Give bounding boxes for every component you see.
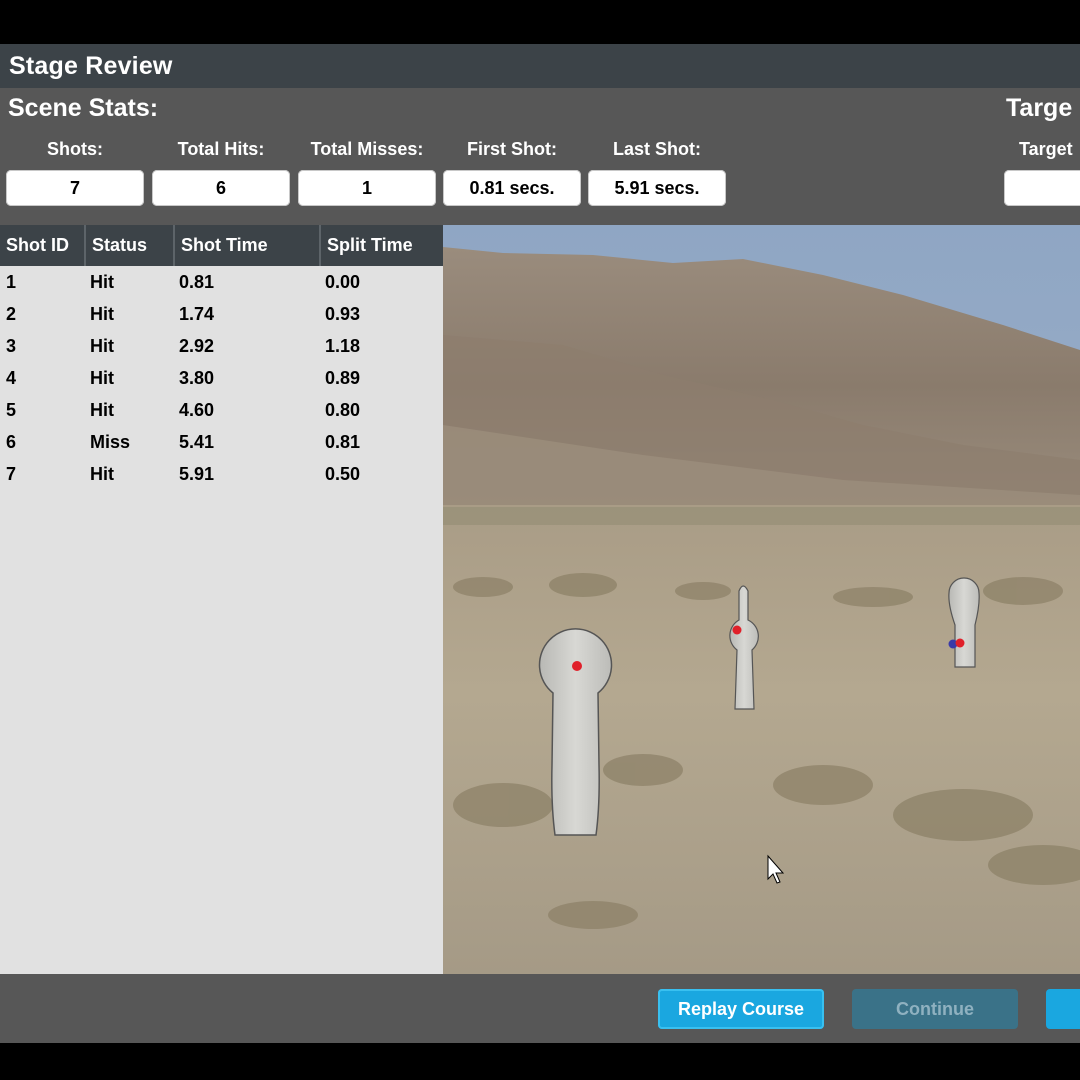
- window-title: Stage Review: [9, 52, 173, 80]
- hit-marker: [732, 625, 742, 635]
- last-shot-label: Last Shot:: [613, 139, 701, 159]
- shot-time-cell: 5.41: [179, 431, 215, 452]
- status-cell: Hit: [90, 367, 114, 388]
- status-cell: Miss: [90, 431, 131, 452]
- status-cell: Hit: [90, 271, 114, 292]
- table-row[interactable]: 6 Miss 5.41 0.81: [0, 426, 443, 458]
- shots-value: 7: [6, 170, 144, 206]
- table-row[interactable]: 3 Hit 2.92 1.18: [0, 330, 443, 362]
- split-time-cell: 0.50: [325, 463, 361, 484]
- stage-review-window: Stage Review Scene Stats: Targe Shots: T…: [0, 44, 1080, 1043]
- column-header-shot-time[interactable]: Shot Time: [175, 225, 321, 266]
- total-misses-value: 1: [298, 170, 436, 206]
- continue-button[interactable]: Continue: [852, 989, 1018, 1029]
- shot-time-cell: 4.60: [179, 399, 215, 420]
- table-row[interactable]: 1 Hit 0.81 0.00: [0, 266, 443, 298]
- table-row[interactable]: 5 Hit 4.60 0.80: [0, 394, 443, 426]
- column-header-shot-id[interactable]: Shot ID: [0, 225, 86, 266]
- first-shot-value: 0.81 secs.: [443, 170, 581, 206]
- table-row[interactable]: 7 Hit 5.91 0.50: [0, 458, 443, 490]
- action-bar: Replay Course Continue: [0, 974, 1080, 1043]
- shot-id-cell: 6: [6, 431, 17, 452]
- split-time-cell: 0.00: [325, 271, 361, 292]
- shot-time-cell: 0.81: [179, 271, 215, 292]
- hit-marker: [572, 661, 582, 671]
- target-label: Target: [1019, 139, 1073, 159]
- total-hits-value: 6: [152, 170, 290, 206]
- status-cell: Hit: [90, 303, 114, 324]
- status-cell: Hit: [90, 399, 114, 420]
- shot-time-cell: 2.92: [179, 335, 215, 356]
- shot-id-cell: 2: [6, 303, 17, 324]
- title-bar: Stage Review: [0, 44, 1080, 88]
- shot-id-cell: 4: [6, 367, 17, 388]
- range-scene-image: [443, 225, 1080, 974]
- range-scene-view[interactable]: [443, 225, 1080, 974]
- shot-id-cell: 5: [6, 399, 17, 420]
- first-shot-label: First Shot:: [467, 139, 557, 159]
- shot-table-header: Shot ID Status Shot Time Split Time: [0, 225, 443, 266]
- next-button-partial[interactable]: [1046, 989, 1080, 1029]
- shot-id-cell: 7: [6, 463, 17, 484]
- distant-brush: [443, 507, 1080, 525]
- status-cell: Hit: [90, 335, 114, 356]
- split-time-cell: 0.93: [325, 303, 361, 324]
- target-value: [1004, 170, 1080, 206]
- shots-label: Shots:: [47, 139, 103, 159]
- last-shot-value: 5.91 secs.: [588, 170, 726, 206]
- shot-id-cell: 1: [6, 271, 17, 292]
- total-hits-label: Total Hits:: [177, 139, 265, 159]
- replay-course-button[interactable]: Replay Course: [658, 989, 824, 1029]
- desert-ground: [443, 505, 1080, 974]
- split-time-cell: 0.81: [325, 431, 361, 452]
- shot-time-cell: 5.91: [179, 463, 215, 484]
- split-time-cell: 0.80: [325, 399, 361, 420]
- split-time-cell: 0.89: [325, 367, 361, 388]
- table-row[interactable]: 2 Hit 1.74 0.93: [0, 298, 443, 330]
- shot-time-cell: 3.80: [179, 367, 215, 388]
- table-row[interactable]: 4 Hit 3.80 0.89: [0, 362, 443, 394]
- shot-time-cell: 1.74: [179, 303, 215, 324]
- shot-id-cell: 3: [6, 335, 17, 356]
- hit-marker: [955, 638, 965, 648]
- total-misses-label: Total Misses:: [310, 139, 424, 159]
- shot-table-body: 1 Hit 0.81 0.00 2 Hit 1.74 0.93 3 Hit 2.92 1.18 4 Hit…: [0, 266, 443, 490]
- shot-table: Shot ID Status Shot Time Split Time 1 Hit…: [0, 225, 443, 974]
- target-stats-heading: Targe: [1006, 94, 1073, 122]
- status-cell: Hit: [90, 463, 114, 484]
- split-time-cell: 1.18: [325, 335, 361, 356]
- column-header-status[interactable]: Status: [86, 225, 175, 266]
- scene-stats-heading: Scene Stats:: [8, 94, 159, 122]
- column-header-split-time[interactable]: Split Time: [321, 225, 443, 266]
